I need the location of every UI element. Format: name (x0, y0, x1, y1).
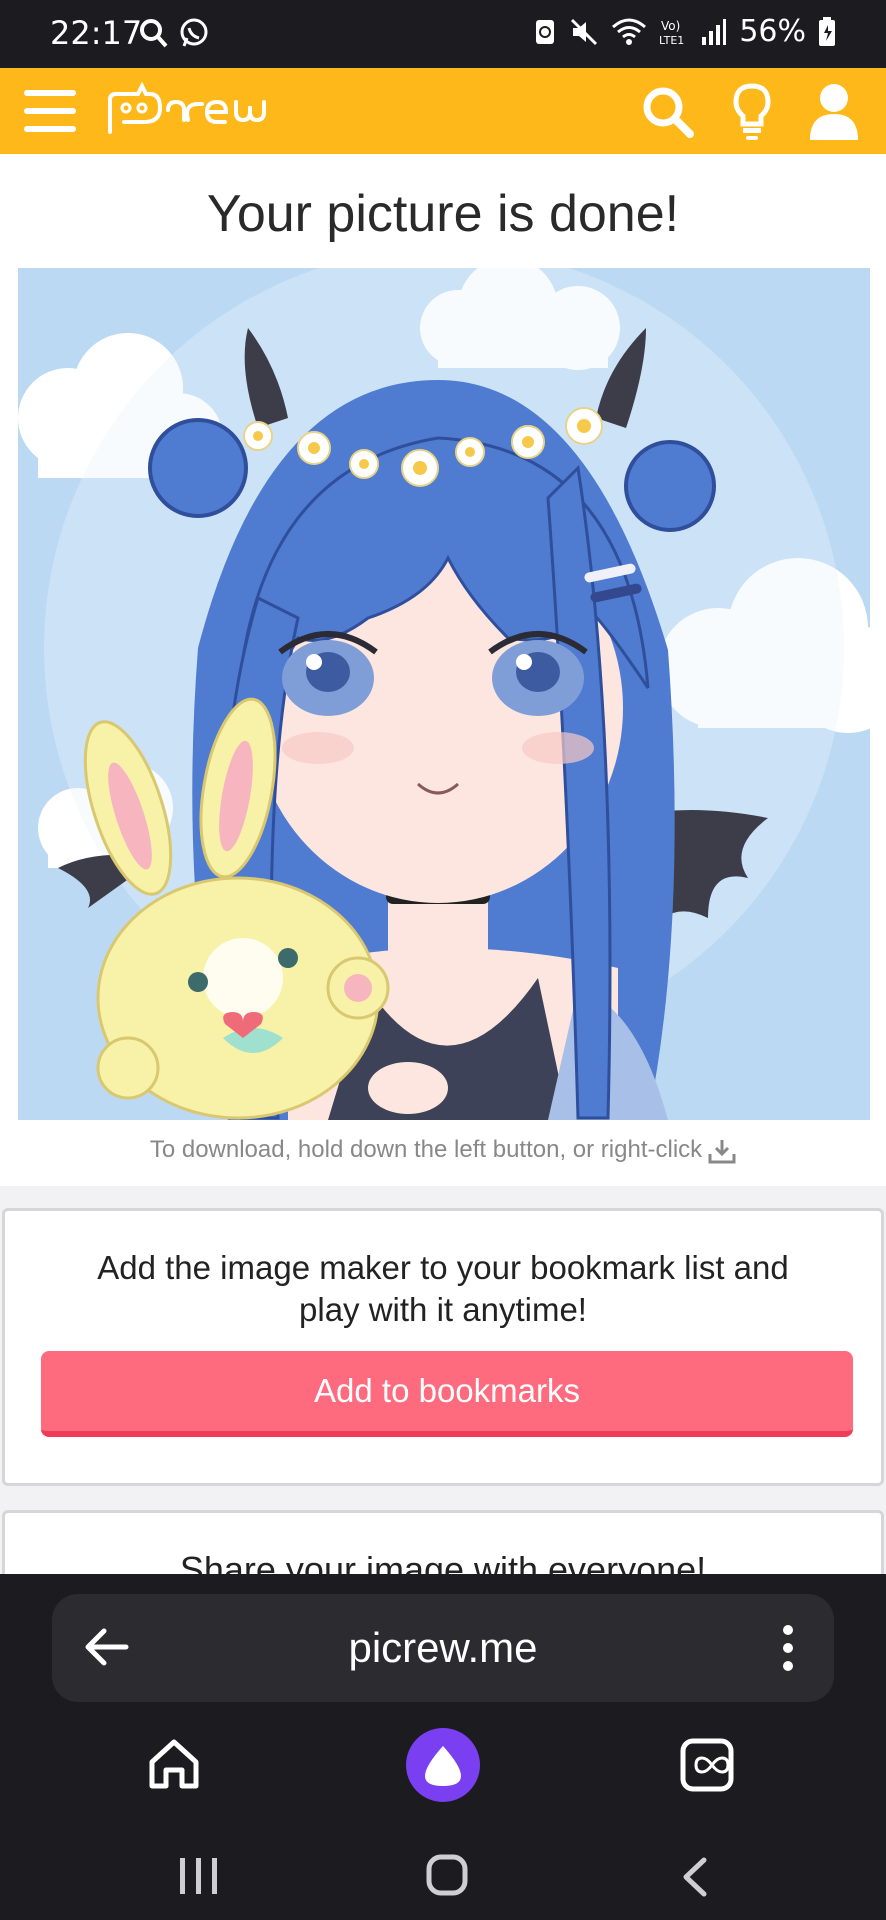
menu-icon[interactable] (24, 88, 76, 134)
whatsapp-icon (180, 18, 208, 47)
recycle-icon (536, 19, 555, 44)
recent-apps-icon[interactable] (176, 1856, 222, 1896)
wifi-icon (612, 18, 647, 45)
address-bar[interactable]: picrew.me (52, 1594, 834, 1702)
status-time: 22:17 (50, 14, 143, 52)
add-to-bookmarks-button[interactable]: Add to bookmarks (41, 1351, 853, 1437)
battery-icon (819, 16, 835, 46)
download-hint-text: To download, hold down the left button, … (149, 1136, 703, 1163)
status-bar: 22:17 Vo) LTE1 56% (0, 0, 886, 68)
app-header (0, 68, 886, 154)
bookmark-card: Add the image maker to your bookmark lis… (2, 1208, 884, 1486)
svg-text:Vo): Vo) (661, 19, 680, 33)
home-icon[interactable] (146, 1736, 202, 1792)
back-icon[interactable] (680, 1856, 710, 1898)
search-icon (140, 19, 168, 48)
download-hint: To download, hold down the left button, … (0, 1136, 886, 1164)
lightbulb-icon[interactable] (730, 82, 774, 142)
more-vert-icon[interactable] (782, 1624, 794, 1672)
svg-text:LTE1: LTE1 (659, 34, 684, 47)
browser-toolbar: picrew.me (0, 1574, 886, 1920)
bookmark-card-text: Add the image maker to your bookmark lis… (97, 1249, 789, 1328)
picrew-logo[interactable] (104, 82, 280, 142)
mute-icon (571, 18, 598, 45)
home-button-icon[interactable] (426, 1854, 468, 1896)
result-section: Your picture is done! To download, hold … (0, 154, 886, 1186)
download-icon (708, 1139, 736, 1164)
alice-assistant-icon[interactable] (406, 1728, 480, 1802)
user-icon[interactable] (808, 82, 860, 140)
volte-icon: Vo)LTE1 (659, 19, 684, 47)
status-right-icons: Vo) LTE1 56% (533, 14, 836, 49)
generated-avatar-image[interactable] (18, 268, 870, 1120)
status-left-icons (138, 16, 210, 50)
tabs-icon[interactable] (680, 1738, 734, 1792)
page-title: Your picture is done! (206, 185, 680, 243)
signal-icon (702, 18, 727, 45)
url-text[interactable]: picrew.me (52, 1624, 834, 1672)
battery-percent: 56% (739, 14, 806, 49)
search-icon[interactable] (640, 84, 696, 140)
